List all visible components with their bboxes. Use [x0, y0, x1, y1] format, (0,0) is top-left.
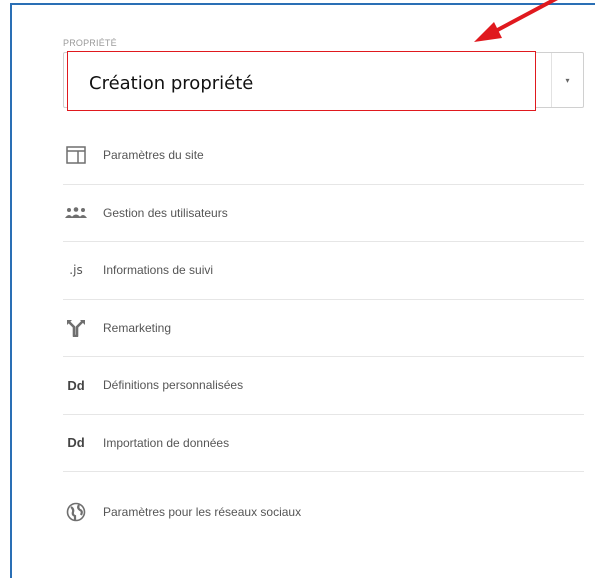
menu-item-remarketing[interactable]: Remarketing: [63, 300, 584, 357]
section-label: PROPRIÉTÉ: [63, 38, 117, 48]
menu-item-site-settings[interactable]: Paramètres du site: [63, 127, 584, 185]
globe-icon: [63, 502, 89, 522]
dd-icon: Dd: [67, 435, 85, 451]
users-icon: [63, 206, 89, 219]
menu-item-label: Gestion des utilisateurs: [103, 205, 228, 220]
annotation-text: Création propriété: [89, 73, 254, 94]
annotation-arrow-icon: [474, 0, 558, 42]
menu-item-label: Informations de suivi: [103, 263, 214, 278]
annotation-highlight-box: Création propriété: [67, 51, 536, 111]
menu-item-label: Paramètres du site: [103, 148, 204, 163]
menu-item-label: Définitions personnalisées: [103, 378, 244, 393]
dropdown-arrow-icon[interactable]: ▾: [552, 53, 583, 107]
menu-item-label: Remarketing: [103, 320, 172, 335]
menu-item-tracking-info[interactable]: .js Informations de suivi: [63, 242, 584, 300]
remarketing-icon: [63, 319, 89, 337]
dd-icon: Dd: [67, 377, 85, 393]
layout-icon: [63, 146, 89, 164]
menu-item-label: Paramètres pour les réseaux sociaux: [103, 505, 302, 519]
property-menu: Paramètres du site Gestion des utilisate…: [63, 127, 584, 552]
menu-item-custom-definitions[interactable]: Dd Définitions personnalisées: [63, 357, 584, 415]
js-icon: .js: [69, 263, 83, 278]
menu-item-label: Importation de données: [103, 435, 230, 450]
menu-item-social-settings[interactable]: Paramètres pour les réseaux sociaux: [63, 472, 584, 552]
menu-item-user-management[interactable]: Gestion des utilisateurs: [63, 185, 584, 242]
menu-item-data-import[interactable]: Dd Importation de données: [63, 415, 584, 472]
